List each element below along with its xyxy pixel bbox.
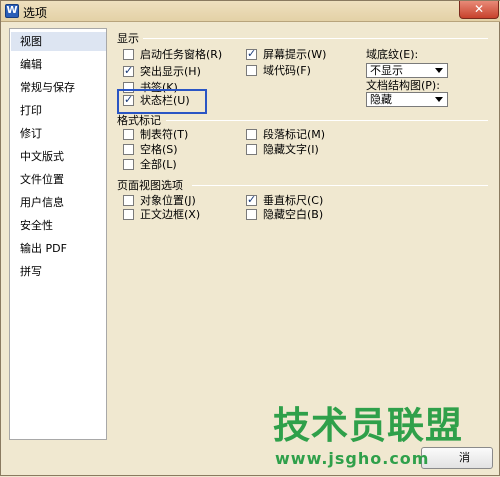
spaces-checkbox[interactable]: 空格(S) bbox=[123, 143, 223, 157]
sidebar-item-export-pdf[interactable]: 输出 PDF bbox=[11, 239, 106, 258]
checkbox-box bbox=[246, 129, 257, 140]
section-divider bbox=[166, 120, 488, 121]
watermark-url: www.jsgho.com bbox=[275, 449, 430, 468]
display-section-heading: 显示 bbox=[117, 32, 139, 45]
checkbox-label: 域代码(F) bbox=[263, 64, 311, 77]
checkbox-box bbox=[246, 65, 257, 76]
checkbox-label: 隐藏文字(I) bbox=[263, 143, 319, 156]
watermark-title: 技术员联盟 bbox=[273, 404, 463, 447]
hide-white-space-checkbox[interactable]: 隐藏空白(B) bbox=[246, 208, 346, 222]
sidebar-item-user-info[interactable]: 用户信息 bbox=[11, 193, 106, 212]
sidebar-item-general-save[interactable]: 常规与保存 bbox=[11, 78, 106, 97]
dialog-title: 选项 bbox=[23, 6, 48, 20]
select-value: 不显示 bbox=[370, 64, 403, 77]
checkbox-label: 制表符(T) bbox=[140, 128, 189, 141]
chevron-down-icon bbox=[435, 68, 443, 73]
field-shading-label: 域底纹(E): bbox=[366, 48, 419, 61]
hidden-text-checkbox[interactable]: 隐藏文字(I) bbox=[246, 143, 346, 157]
sidebar-item-security[interactable]: 安全性 bbox=[11, 216, 106, 235]
options-category-list: 视图 编辑 常规与保存 打印 修订 中文版式 文件位置 用户信息 安全性 输出 … bbox=[9, 28, 107, 440]
sidebar-item-print[interactable]: 打印 bbox=[11, 101, 106, 120]
screen-tips-checkbox[interactable]: 屏幕提示(W) bbox=[246, 47, 346, 62]
checkbox-box-checked bbox=[246, 193, 257, 207]
close-button[interactable]: ✕ bbox=[459, 1, 499, 19]
checkbox-box-checked bbox=[123, 64, 134, 78]
section-divider bbox=[192, 185, 488, 186]
checkbox-box-checked bbox=[246, 47, 257, 61]
title-bar: W 选项 ✕ bbox=[1, 1, 500, 22]
status-bar-highlight-box bbox=[117, 89, 207, 114]
wps-writer-icon: W bbox=[5, 4, 19, 18]
checkbox-box bbox=[123, 144, 134, 155]
checkbox-label: 垂直标尺(C) bbox=[263, 194, 324, 207]
all-marks-checkbox[interactable]: 全部(L) bbox=[123, 158, 223, 172]
checkbox-box bbox=[246, 144, 257, 155]
sidebar-item-view[interactable]: 视图 bbox=[11, 32, 106, 51]
checkbox-label: 段落标记(M) bbox=[263, 128, 326, 141]
tab-characters-checkbox[interactable]: 制表符(T) bbox=[123, 128, 223, 142]
page-view-section-heading: 页面视图选项 bbox=[117, 179, 183, 192]
sidebar-item-revisions[interactable]: 修订 bbox=[11, 124, 106, 143]
checkbox-label: 屏幕提示(W) bbox=[263, 48, 327, 61]
text-boundaries-checkbox[interactable]: 正文边框(X) bbox=[123, 208, 223, 222]
site-watermark: 技术员联盟 www.jsgho.com bbox=[273, 405, 473, 477]
field-shading-select[interactable]: 不显示 bbox=[366, 63, 448, 78]
checkbox-label: 突出显示(H) bbox=[140, 65, 201, 78]
checkbox-label: 空格(S) bbox=[140, 143, 178, 156]
checkbox-box bbox=[246, 209, 257, 220]
sidebar-item-chinese-layout[interactable]: 中文版式 bbox=[11, 147, 106, 166]
sidebar-item-file-locations[interactable]: 文件位置 bbox=[11, 170, 106, 189]
checkbox-label: 对象位置(J) bbox=[140, 194, 196, 207]
sidebar-item-edit[interactable]: 编辑 bbox=[11, 55, 106, 74]
sidebar-item-spelling[interactable]: 拼写 bbox=[11, 262, 106, 281]
document-map-label: 文档结构图(P): bbox=[366, 79, 440, 92]
checkbox-label: 正文边框(X) bbox=[140, 208, 201, 221]
chevron-down-icon bbox=[435, 97, 443, 102]
document-map-select[interactable]: 隐藏 bbox=[366, 92, 448, 107]
checkbox-label: 隐藏空白(B) bbox=[263, 208, 324, 221]
checkbox-box bbox=[123, 49, 134, 60]
section-divider bbox=[143, 38, 488, 39]
checkbox-label: 启动任务窗格(R) bbox=[140, 48, 223, 61]
object-anchors-checkbox[interactable]: 对象位置(J) bbox=[123, 194, 223, 208]
field-codes-checkbox[interactable]: 域代码(F) bbox=[246, 64, 346, 78]
checkbox-box bbox=[123, 129, 134, 140]
startup-task-pane-checkbox[interactable]: 启动任务窗格(R) bbox=[123, 48, 233, 62]
checkbox-box bbox=[123, 159, 134, 170]
options-dialog: W 选项 ✕ 视图 编辑 常规与保存 打印 修订 中文版式 文件位置 用户信息 … bbox=[0, 0, 500, 476]
select-value: 隐藏 bbox=[370, 93, 392, 106]
format-marks-section-heading: 格式标记 bbox=[117, 114, 161, 127]
highlight-checkbox[interactable]: 突出显示(H) bbox=[123, 64, 233, 79]
checkbox-box bbox=[123, 195, 134, 206]
paragraph-marks-checkbox[interactable]: 段落标记(M) bbox=[246, 128, 346, 142]
vertical-ruler-checkbox[interactable]: 垂直标尺(C) bbox=[246, 193, 346, 208]
checkbox-label: 全部(L) bbox=[140, 158, 177, 171]
checkbox-box bbox=[123, 209, 134, 220]
